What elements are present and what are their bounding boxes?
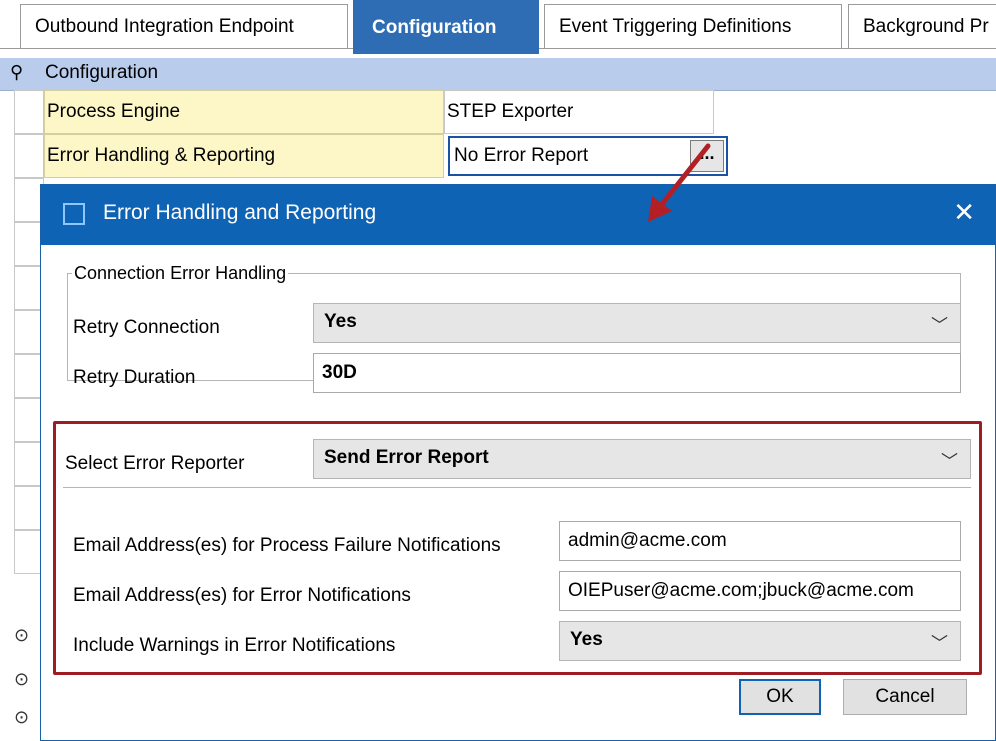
process-failure-email-label: Email Address(es) for Process Failure No… [73,535,501,556]
retry-connection-select[interactable]: Yes ﹀ [313,303,961,343]
cancel-button[interactable]: Cancel [843,679,967,715]
dialog-title: Error Handling and Reporting [103,201,377,224]
expand-icon[interactable]: ⊙ [14,707,29,728]
error-handling-value-field[interactable]: No Error Report ... [448,136,728,176]
chevron-down-icon: ﹀ [931,316,948,335]
expand-icon[interactable]: ⊙ [14,669,29,690]
include-warnings-value: Yes [570,629,603,650]
pin-icon[interactable]: ⚲ [10,62,23,83]
chevron-down-icon: ﹀ [931,634,948,653]
tab-background-processes[interactable]: Background Pr [848,4,996,48]
separator [63,487,971,488]
expand-icon[interactable]: ⊙ [14,625,29,646]
retry-connection-value: Yes [324,311,357,332]
error-email-value: OIEPuser@acme.com;jbuck@acme.com [568,580,914,601]
window-icon [63,203,85,225]
process-engine-value[interactable]: STEP Exporter [444,90,714,134]
ok-button[interactable]: OK [739,679,821,715]
group-legend: Connection Error Handling [74,263,287,283]
include-warnings-select[interactable]: Yes ﹀ [559,621,961,661]
configuration-section-header[interactable]: ⚲ Configuration [0,58,996,91]
error-handling-dialog: Error Handling and Reporting ✕ Connectio… [40,184,996,741]
tab-outbound-integration-endpoint[interactable]: Outbound Integration Endpoint [20,4,348,48]
retry-duration-label: Retry Duration [73,367,196,388]
section-title: Configuration [45,62,159,83]
retry-connection-label: Retry Connection [73,317,220,338]
row-header [14,134,44,178]
dialog-titlebar[interactable]: Error Handling and Reporting ✕ [41,185,995,245]
process-failure-email-value: admin@acme.com [568,530,727,551]
error-email-input[interactable]: OIEPuser@acme.com;jbuck@acme.com [559,571,961,611]
error-handling-value: No Error Report [454,145,589,166]
error-reporter-label: Select Error Reporter [65,453,245,474]
error-email-label: Email Address(es) for Error Notification… [73,585,411,606]
process-failure-email-input[interactable]: admin@acme.com [559,521,961,561]
retry-duration-input[interactable]: 30D [313,353,961,393]
error-handling-label: Error Handling & Reporting [44,134,444,178]
tab-configuration[interactable]: Configuration [353,0,539,54]
retry-duration-value: 30D [322,362,357,383]
process-engine-label: Process Engine [44,90,444,134]
close-icon[interactable]: ✕ [953,197,975,227]
include-warnings-label: Include Warnings in Error Notifications [73,635,396,656]
tab-bar: Outbound Integration Endpoint Configurat… [0,0,996,54]
error-reporter-value: Send Error Report [324,447,489,468]
chevron-down-icon: ﹀ [941,452,958,471]
error-reporter-select[interactable]: Send Error Report ﹀ [313,439,971,479]
row-header [14,90,44,134]
ellipsis-button[interactable]: ... [690,140,724,172]
tab-event-triggering-definitions[interactable]: Event Triggering Definitions [544,4,842,48]
